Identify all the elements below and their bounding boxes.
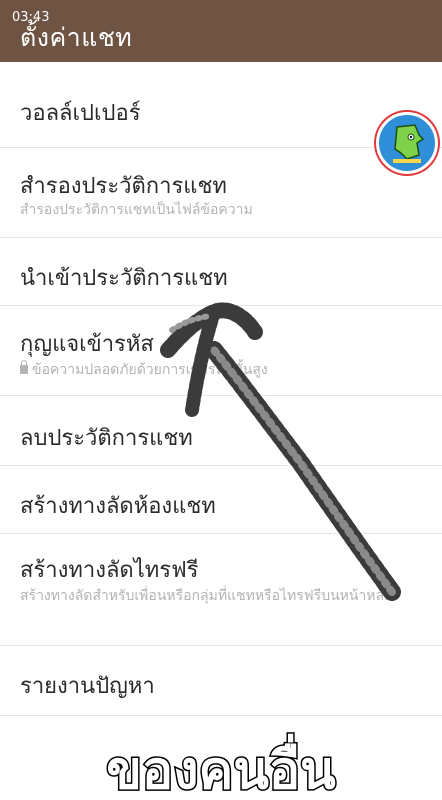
- menu-item-wallpaper[interactable]: วอลล์เปเปอร์: [0, 62, 442, 148]
- menu-item-label: ลบประวัติการแชท: [20, 426, 193, 451]
- mascot-icon: [376, 112, 438, 174]
- menu-item-chat-shortcut[interactable]: สร้างทางลัดห้องแชท: [0, 466, 442, 534]
- overlay-caption: ของคนอื่น: [105, 740, 337, 800]
- menu-item-description: ข้อความปลอดภัยด้วยการเข้ารหัสขั้นสูง: [20, 360, 430, 380]
- menu-item-delete-chat[interactable]: ลบประวัติการแชท: [0, 396, 442, 466]
- menu-item-description: สำรองประวัติการแชทเป็นไฟล์ข้อความ: [20, 202, 253, 218]
- menu-item-label: สร้างทางลัดไทรฟรี: [20, 558, 199, 583]
- menu-item-label: สำรองประวัติการแชท: [20, 174, 227, 199]
- menu-item-import-chat[interactable]: นำเข้าประวัติการแชท: [0, 238, 442, 306]
- menu-item-encryption-key[interactable]: กุญแจเข้ารหัส ข้อความปลอดภัยด้วยการเข้าร…: [0, 306, 442, 396]
- mascot-face-icon: [393, 124, 425, 163]
- menu-item-label: สร้างทางลัดห้องแชท: [20, 494, 216, 519]
- settings-menu: วอลล์เปเปอร์ สำรองประวัติการแชท สำรองประ…: [0, 62, 442, 716]
- status-time: 03:43: [12, 10, 50, 25]
- menu-item-backup-chat[interactable]: สำรองประวัติการแชท สำรองประวัติการแชทเป็…: [0, 148, 442, 238]
- menu-item-description: สร้างทางลัดสำหรับเพื่อนหรือกลุ่มที่แชทหร…: [20, 588, 393, 604]
- menu-item-free-call-shortcut[interactable]: สร้างทางลัดไทรฟรี สร้างทางลัดสำหรับเพื่อ…: [0, 534, 442, 646]
- menu-item-label: วอลล์เปเปอร์: [20, 101, 141, 126]
- app-header: 03:43 ตั้งค่าแชท: [0, 0, 442, 62]
- menu-item-label: รายงานปัญหา: [20, 674, 155, 699]
- menu-item-label: กุญแจเข้ารหัส: [20, 332, 154, 357]
- lock-icon: [20, 360, 28, 374]
- menu-item-report-problem[interactable]: รายงานปัญหา: [0, 646, 442, 716]
- menu-item-label: นำเข้าประวัติการแชท: [20, 266, 228, 291]
